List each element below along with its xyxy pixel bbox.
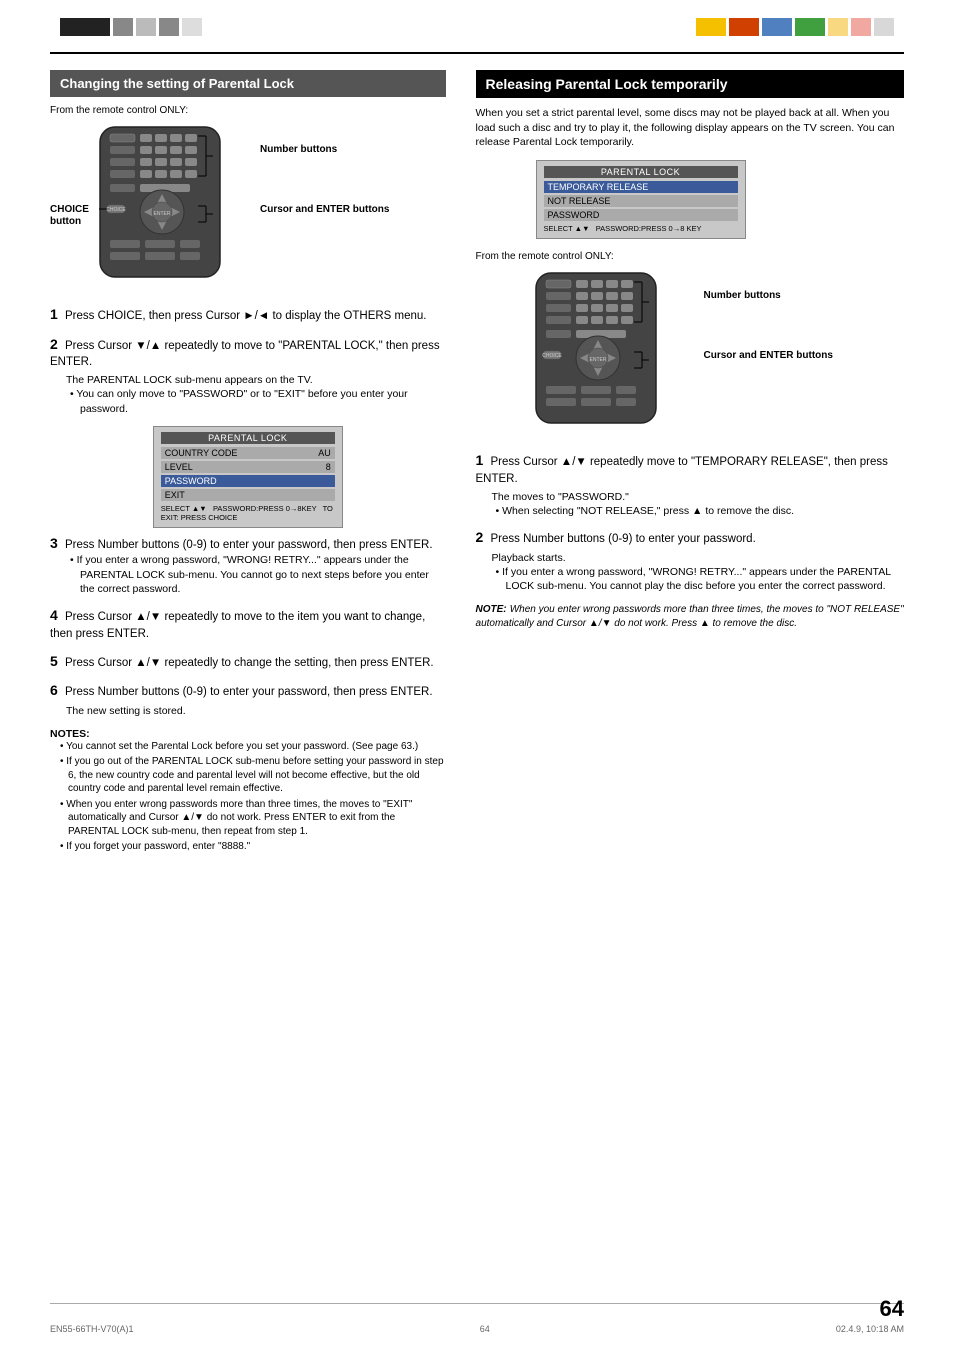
top-rule	[50, 52, 904, 54]
right-note-text: When you enter wrong passwords more than…	[476, 604, 904, 629]
bar-right-3	[762, 18, 792, 36]
right-note-label: NOTE:	[476, 604, 507, 615]
bottom-rule	[50, 1303, 904, 1304]
left-from-remote: From the remote control ONLY:	[50, 105, 446, 116]
note-2: • If you go out of the PARENTAL LOCK sub…	[60, 755, 446, 796]
right-remote-image: ENTER CHOICE	[516, 268, 681, 433]
footer-right: 02.4.9, 10:18 AM	[836, 1324, 904, 1334]
right-step-2-bullet: • If you enter a wrong password, "WRONG!…	[496, 565, 904, 593]
right-cursor-enter-label: Cursor and ENTER buttons	[704, 350, 833, 362]
choice-label: CHOICE button	[50, 204, 78, 228]
left-section-header: Changing the setting of Parental Lock	[50, 70, 446, 97]
svg-text:ENTER: ENTER	[154, 211, 171, 217]
step-4: 4 Press Cursor ▲/▼ repeatedly to move to…	[50, 606, 446, 642]
pl-screen-title: PARENTAL LOCK	[161, 432, 335, 444]
bar-right-6	[851, 18, 871, 36]
footer-center: 64	[480, 1324, 490, 1334]
left-remote-image: ENTER CHOICE	[80, 122, 245, 287]
two-column-layout: Changing the setting of Parental Lock Fr…	[50, 70, 904, 856]
top-bar	[0, 18, 954, 36]
pl-row-exit: EXIT	[161, 489, 335, 501]
right-number-buttons-label: Number buttons	[704, 290, 781, 302]
bar-seg-3	[136, 18, 156, 36]
note-4: • If you forget your password, enter "88…	[60, 840, 446, 854]
bar-right-7	[874, 18, 894, 36]
right-section-header: Releasing Parental Lock temporarily	[476, 70, 904, 98]
pl-row-country: COUNTRY CODEAU	[161, 447, 335, 459]
note-3: • When you enter wrong passwords more th…	[60, 798, 446, 839]
step-6-sub: The new setting is stored.	[66, 704, 446, 718]
right-note: NOTE: When you enter wrong passwords mor…	[476, 603, 904, 630]
pl-row-password: PASSWORD	[161, 475, 335, 487]
top-bar-right	[696, 18, 894, 36]
left-column: Changing the setting of Parental Lock Fr…	[50, 70, 446, 856]
page-content: Changing the setting of Parental Lock Fr…	[50, 70, 904, 1302]
top-bar-left	[60, 18, 202, 36]
left-section-title: Changing the setting of Parental Lock	[60, 76, 294, 91]
note-1: • You cannot set the Parental Lock befor…	[60, 740, 446, 754]
bar-seg-5	[182, 18, 202, 36]
parental-lock-screen: PARENTAL LOCK COUNTRY CODEAU LEVEL8 PASS…	[153, 426, 343, 528]
right-section-title: Releasing Parental Lock temporarily	[486, 76, 728, 92]
temp-screen-title: PARENTAL LOCK	[544, 166, 738, 178]
right-intro: When you set a strict parental level, so…	[476, 106, 904, 150]
right-step-2-sub: Playback starts.	[492, 551, 904, 565]
step-1: 1 Press CHOICE, then press Cursor ►/◄ to…	[50, 305, 446, 325]
step-3-bullet: • If you enter a wrong password, "WRONG!…	[70, 553, 446, 596]
step-5: 5 Press Cursor ▲/▼ repeatedly to change …	[50, 652, 446, 672]
bar-right-4	[795, 18, 825, 36]
left-notes: NOTES: • You cannot set the Parental Loc…	[50, 728, 446, 854]
right-column: Releasing Parental Lock temporarily When…	[476, 70, 904, 856]
step-2-sub: The PARENTAL LOCK sub-menu appears on th…	[66, 373, 446, 387]
pl-screen-bottom: SELECT ▲▼ PASSWORD:PRESS 0→8KEY TO EXIT:…	[161, 504, 335, 522]
notes-title: NOTES:	[50, 728, 446, 740]
right-step-1: 1 Press Cursor ▲/▼ repeatedly move to "T…	[476, 451, 904, 518]
temp-release-screen: PARENTAL LOCK TEMPORARY RELEASE NOT RELE…	[536, 160, 746, 239]
bar-seg-1	[60, 18, 110, 36]
svg-text:CHOICE: CHOICE	[106, 207, 126, 213]
step-3: 3 Press Number buttons (0-9) to enter yo…	[50, 534, 446, 596]
bar-right-1	[696, 18, 726, 36]
step-2-bullet: • You can only move to "PASSWORD" or to …	[70, 387, 446, 415]
pl-row-level: LEVEL8	[161, 461, 335, 473]
right-from-remote: From the remote control ONLY:	[476, 251, 904, 262]
footer-left: EN55-66TH-V70(A)1	[50, 1324, 134, 1334]
svg-text:CHOICE: CHOICE	[542, 353, 562, 359]
step-6: 6 Press Number buttons (0-9) to enter yo…	[50, 681, 446, 718]
tr-row-temp: TEMPORARY RELEASE	[544, 181, 738, 193]
left-remote-diagram: ENTER CHOICE	[50, 122, 446, 297]
tr-row-password: PASSWORD	[544, 209, 738, 221]
tr-screen-bottom: SELECT ▲▼ PASSWORD:PRESS 0→8 KEY	[544, 224, 738, 233]
bar-right-2	[729, 18, 759, 36]
right-remote-svg-wrap: ENTER CHOICE	[516, 268, 681, 436]
step-2: 2 Press Cursor ▼/▲ repeatedly to move to…	[50, 335, 446, 416]
bar-seg-2	[113, 18, 133, 36]
right-remote-diagram: ENTER CHOICE	[476, 268, 904, 443]
page-number: 64	[880, 1296, 904, 1322]
footer: EN55-66TH-V70(A)1 64 02.4.9, 10:18 AM	[50, 1324, 904, 1334]
bar-seg-4	[159, 18, 179, 36]
cursor-enter-label: Cursor and ENTER buttons	[260, 204, 389, 216]
right-step-1-sub: The moves to "PASSWORD."	[492, 490, 904, 504]
svg-text:ENTER: ENTER	[589, 357, 606, 363]
number-buttons-label: Number buttons	[260, 144, 337, 156]
right-step-1-bullet: • When selecting "NOT RELEASE," press ▲ …	[496, 504, 904, 518]
left-remote-svg-wrap: ENTER CHOICE	[80, 122, 245, 290]
tr-row-notrelease: NOT RELEASE	[544, 195, 738, 207]
right-step-2: 2 Press Number buttons (0-9) to enter yo…	[476, 528, 904, 593]
bar-right-5	[828, 18, 848, 36]
